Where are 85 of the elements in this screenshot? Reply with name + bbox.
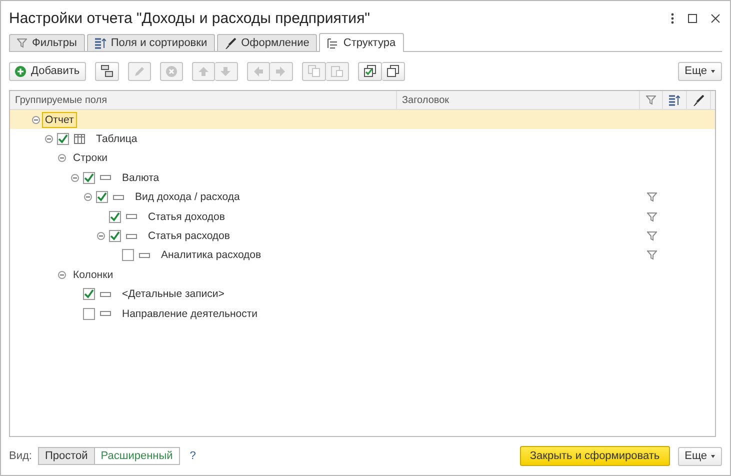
field-icon xyxy=(113,194,124,200)
table-icon xyxy=(74,134,85,144)
checkbox[interactable] xyxy=(109,230,121,242)
checkbox[interactable] xyxy=(122,249,134,262)
tree-item-label: Статья расходов xyxy=(147,229,231,244)
tree-item-label: Вид дохода / расхода xyxy=(134,190,241,204)
window-title: Настройки отчета "Доходы и расходы предприятия" xyxy=(9,10,372,26)
tree-item-label: Направление деятельности xyxy=(121,306,259,321)
tree-row[interactable]: Строки xyxy=(10,148,715,168)
column-header: Группируемые поля xyxy=(10,91,397,109)
collapse-icon[interactable] xyxy=(71,174,79,182)
checkbox[interactable] xyxy=(83,172,95,184)
checkbox[interactable] xyxy=(83,288,95,300)
tree-item-label: Валюта xyxy=(121,170,160,185)
pencil-icon xyxy=(134,66,145,76)
arrow-left-icon xyxy=(252,66,264,76)
tree-item-label: Статья доходов xyxy=(147,210,226,224)
tree-item-label: Отчет xyxy=(43,112,76,127)
sort-icon xyxy=(669,94,680,106)
help-link[interactable]: ? xyxy=(190,450,196,462)
tree-row[interactable]: Колонки xyxy=(10,265,715,285)
tree-row[interactable]: Статья расходов xyxy=(10,226,715,246)
tree-item-label: <Детальные записи> xyxy=(121,287,226,302)
structure-icon xyxy=(327,38,338,48)
field-icon xyxy=(126,234,137,239)
arrow-down-icon xyxy=(220,66,232,76)
tree-row[interactable]: Вид дохода / расхода xyxy=(10,188,715,207)
close-icon[interactable] xyxy=(711,14,720,22)
checkbox[interactable] xyxy=(96,191,108,204)
close-and-generate-button[interactable]: Закрыть и сформировать xyxy=(520,446,670,466)
arrow-up-icon xyxy=(198,66,209,76)
tree-row[interactable]: <Детальные записи> xyxy=(10,284,715,304)
brush-icon xyxy=(225,38,236,48)
field-icon xyxy=(100,175,111,180)
mode-toggle[interactable]: Расширенный xyxy=(94,447,180,465)
checkbox[interactable] xyxy=(109,210,121,223)
tree-row[interactable]: Отчет xyxy=(10,110,715,130)
arrow-right-icon xyxy=(275,66,286,76)
tree-row[interactable]: Направление деятельности xyxy=(10,304,715,324)
tree-row[interactable]: Статья доходов xyxy=(10,206,715,226)
tree-item-label: Колонки xyxy=(72,268,114,282)
column-header: Заголовок xyxy=(397,91,640,109)
uncheck-all-button[interactable] xyxy=(382,62,405,80)
tab[interactable]: Структура xyxy=(319,33,404,52)
collapse-icon[interactable] xyxy=(32,116,40,124)
maximize-icon[interactable] xyxy=(688,14,697,22)
tree-row[interactable]: Аналитика расходов xyxy=(10,246,715,266)
group-icon xyxy=(100,65,113,77)
delete-icon xyxy=(166,66,177,76)
checkbox[interactable] xyxy=(57,133,69,146)
group-button[interactable] xyxy=(94,62,119,80)
field-icon xyxy=(100,292,111,297)
mode-toggle[interactable]: Простой xyxy=(38,447,95,465)
checked-boxes-icon xyxy=(364,65,376,77)
view-label: Вид: xyxy=(9,450,32,462)
paste-icon xyxy=(330,65,343,77)
tree-item-label: Таблица xyxy=(95,132,138,146)
check-all-button[interactable] xyxy=(358,62,382,80)
filter-icon xyxy=(646,95,656,105)
tab[interactable]: Фильтры xyxy=(9,34,85,51)
tree-item-label: Строки xyxy=(72,151,109,166)
tree-item-label: Аналитика расходов xyxy=(160,248,262,262)
field-icon xyxy=(139,252,150,258)
tree-row[interactable]: Валюта xyxy=(10,168,715,188)
more-icon[interactable] xyxy=(671,12,674,24)
add-button[interactable]: Добавить xyxy=(9,62,86,80)
copy-icon xyxy=(308,65,320,77)
tab[interactable]: Оформление xyxy=(217,34,318,51)
collapse-icon[interactable] xyxy=(45,135,53,144)
checkbox[interactable] xyxy=(83,308,95,320)
tab[interactable]: Поля и сортировки xyxy=(86,34,216,51)
more-button[interactable]: Еще xyxy=(678,446,722,466)
collapse-icon[interactable] xyxy=(97,232,105,240)
empty-boxes-icon xyxy=(386,65,399,77)
collapse-icon[interactable] xyxy=(84,193,92,202)
more-button[interactable]: Еще xyxy=(678,62,722,80)
filter-icon xyxy=(17,38,27,48)
collapse-icon[interactable] xyxy=(58,154,66,162)
collapse-icon[interactable] xyxy=(58,270,66,279)
brush-icon xyxy=(693,94,704,106)
field-icon xyxy=(126,214,137,220)
plus-icon xyxy=(15,66,26,76)
tree-row[interactable]: Таблица xyxy=(10,129,715,149)
field-icon xyxy=(100,311,111,316)
sort-icon xyxy=(94,38,106,48)
